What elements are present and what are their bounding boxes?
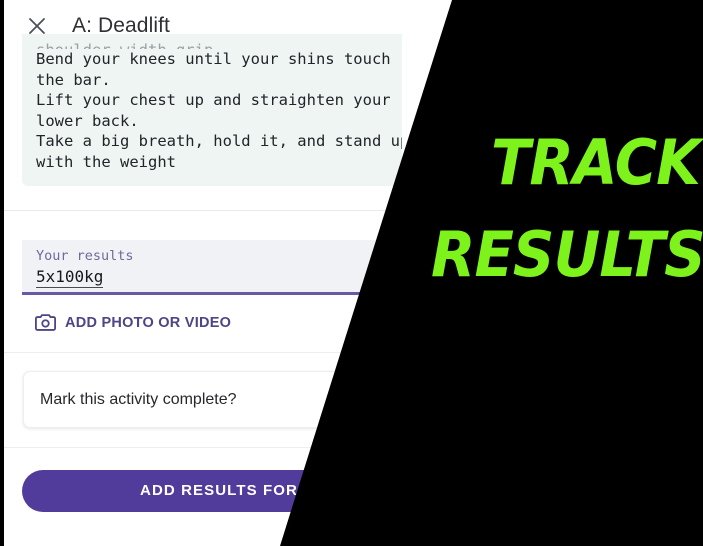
camera-icon [35, 313, 56, 332]
section-divider [4, 210, 470, 211]
instruction-line: Lift your chest up and straighten your [36, 91, 391, 109]
instruction-line: with the weight [36, 152, 176, 171]
instruction-line: Bend your knees until your shins touch [36, 50, 391, 68]
results-input-value: 5x100kg [36, 267, 104, 288]
results-input[interactable]: Your results 5x100kg [22, 240, 412, 295]
mark-complete-card[interactable]: Mark this activity complete? [23, 371, 415, 428]
instructions-panel: shoulder width grip. Bend your knees unt… [22, 34, 402, 186]
add-photo-or-video-button[interactable]: ADD PHOTO OR VIDEO [35, 313, 231, 332]
mark-complete-label: Mark this activity complete? [40, 390, 237, 408]
instruction-line: Take a big breath, hold it, and stand up [36, 132, 402, 150]
results-input-label: Your results [36, 248, 134, 264]
promo-line-1: TRACK [491, 126, 701, 199]
section-divider [4, 447, 470, 448]
add-results-button[interactable]: ADD RESULTS FOR [22, 470, 416, 512]
screenshot-canvas: A: Deadlift shoulder width grip. Bend yo… [0, 0, 703, 546]
instruction-line: lower back. [36, 111, 139, 130]
app-screen: A: Deadlift shoulder width grip. Bend yo… [0, 0, 470, 546]
instruction-line-clipped: shoulder width grip. [36, 40, 388, 49]
instruction-line: the bar. [36, 70, 111, 89]
section-divider [4, 352, 470, 353]
add-photo-or-video-label: ADD PHOTO OR VIDEO [65, 314, 232, 331]
